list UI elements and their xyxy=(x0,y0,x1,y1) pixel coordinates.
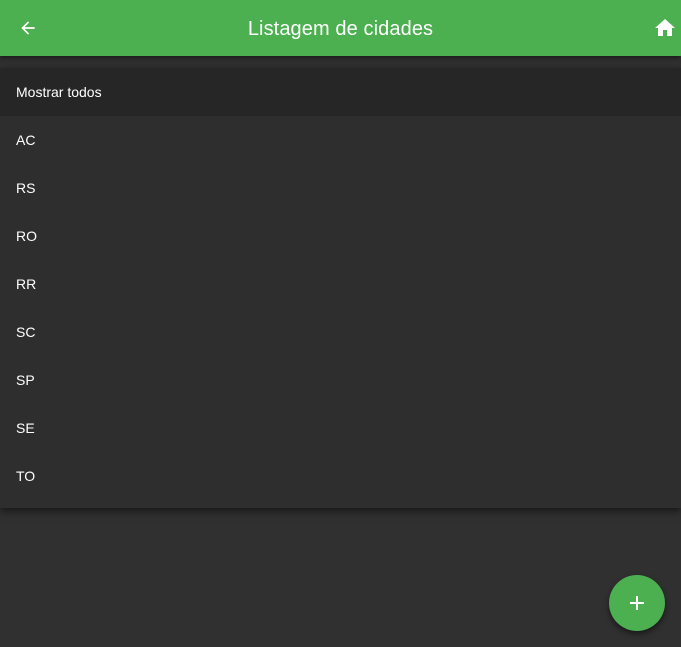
menu-item-label: RS xyxy=(16,180,36,196)
state-filter-menu: Mostrar todos AC RS RO RR SC SP SE TO xyxy=(0,68,681,508)
menu-item-label: RO xyxy=(16,228,37,244)
menu-item-se[interactable]: SE xyxy=(0,404,681,452)
menu-item-ro[interactable]: RO xyxy=(0,212,681,260)
menu-item-label: AC xyxy=(16,132,36,148)
menu-item-sc[interactable]: SC xyxy=(0,308,681,356)
menu-item-mostrar-todos[interactable]: Mostrar todos xyxy=(0,68,681,116)
menu-item-to[interactable]: TO xyxy=(0,452,681,500)
page-title: Listagem de cidades xyxy=(247,18,434,40)
home-icon xyxy=(655,19,675,36)
menu-item-rs[interactable]: RS xyxy=(0,164,681,212)
menu-item-label: SC xyxy=(16,324,36,340)
menu-item-label: RR xyxy=(16,276,37,292)
home-button[interactable] xyxy=(653,14,681,42)
menu-item-label: SP xyxy=(16,372,35,388)
app-bar: Listagem de cidades xyxy=(0,0,681,56)
add-city-button[interactable] xyxy=(609,575,665,631)
add-icon xyxy=(630,596,644,610)
menu-item-ac[interactable]: AC xyxy=(0,116,681,164)
menu-item-label: SE xyxy=(16,420,35,436)
menu-item-label: Mostrar todos xyxy=(16,84,102,100)
menu-item-sp[interactable]: SP xyxy=(0,356,681,404)
menu-item-rr[interactable]: RR xyxy=(0,260,681,308)
menu-item-label: TO xyxy=(16,468,36,484)
